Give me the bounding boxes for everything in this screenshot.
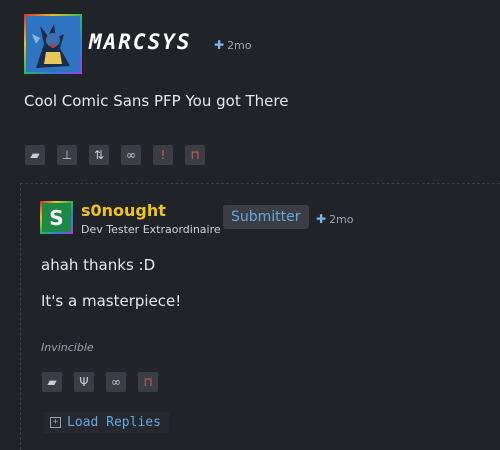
op-time-text: 2mo	[227, 38, 252, 52]
link-icon[interactable]: ∞	[121, 145, 141, 165]
delete-icon[interactable]: ⊓	[138, 372, 158, 392]
stamp-icon[interactable]: ⊥	[57, 145, 77, 165]
op-username[interactable]: MARCSYS	[89, 30, 192, 54]
wrench-icon[interactable]: Ψ	[74, 372, 94, 392]
reply-avatar[interactable]: S	[40, 201, 73, 234]
reply-username[interactable]: s0nought	[81, 201, 166, 220]
load-replies-label: Load Replies	[67, 415, 161, 430]
op-avatar[interactable]	[24, 14, 82, 74]
expand-icon: +	[50, 417, 61, 428]
reply-signature: Invincible	[41, 341, 94, 354]
op-body-text: Cool Comic Sans PFP You got There	[24, 92, 289, 110]
reply-actions: ▰ Ψ ∞ ⊓	[42, 372, 158, 392]
reply-icon[interactable]: ▰	[42, 372, 62, 392]
creature-avatar-image	[26, 16, 80, 72]
load-replies-button[interactable]: + Load Replies	[44, 412, 169, 433]
plus-icon: ✚	[214, 38, 225, 52]
reply-body-line-2: It's a masterpiece!	[41, 292, 182, 310]
avatar-letter: S	[49, 205, 64, 230]
link-icon[interactable]: ∞	[106, 372, 126, 392]
report-icon[interactable]: !	[153, 145, 173, 165]
op-actions: ▰ ⊥ ⇅ ∞ ! ⊓	[25, 145, 205, 165]
plus-icon: ✚	[316, 212, 327, 226]
reply-timestamp: ✚ 2mo	[316, 212, 354, 226]
op-timestamp: ✚ 2mo	[214, 38, 252, 52]
reply-user-title: Dev Tester Extraordinaire	[81, 223, 221, 236]
reply-time-text: 2mo	[329, 212, 354, 226]
transfer-icon[interactable]: ⇅	[89, 145, 109, 165]
reply-icon[interactable]: ▰	[25, 145, 45, 165]
delete-icon[interactable]: ⊓	[185, 145, 205, 165]
submitter-badge: Submitter	[223, 205, 309, 229]
reply-body-line-1: ahah thanks :D	[41, 256, 156, 274]
